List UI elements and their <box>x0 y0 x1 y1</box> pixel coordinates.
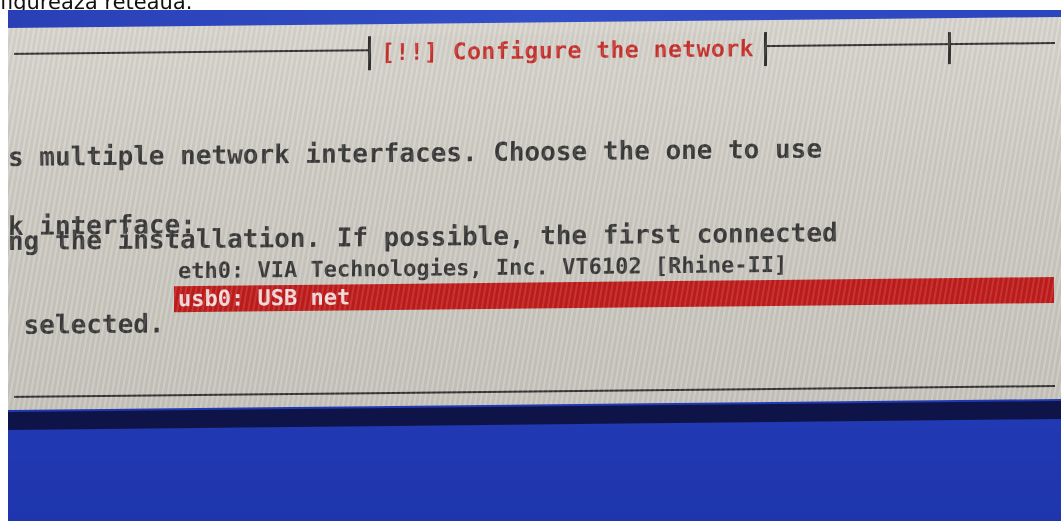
interface-prompt: k interface: <box>8 210 196 242</box>
interface-list: eth0: VIA Technologies, Inc. VT6102 [Rhi… <box>174 249 1054 313</box>
dialog-title-box: [!!] Configure the network <box>368 32 768 71</box>
dialog-frame-tick <box>948 32 951 65</box>
installer-screen-photo: [!!] Configure the network s multiple ne… <box>8 10 1061 521</box>
configure-network-dialog: [!!] Configure the network s multiple ne… <box>8 16 1061 411</box>
dialog-title: [!!] Configure the network <box>381 36 755 67</box>
description-line-1: s multiple network interfaces. Choose th… <box>8 134 822 173</box>
